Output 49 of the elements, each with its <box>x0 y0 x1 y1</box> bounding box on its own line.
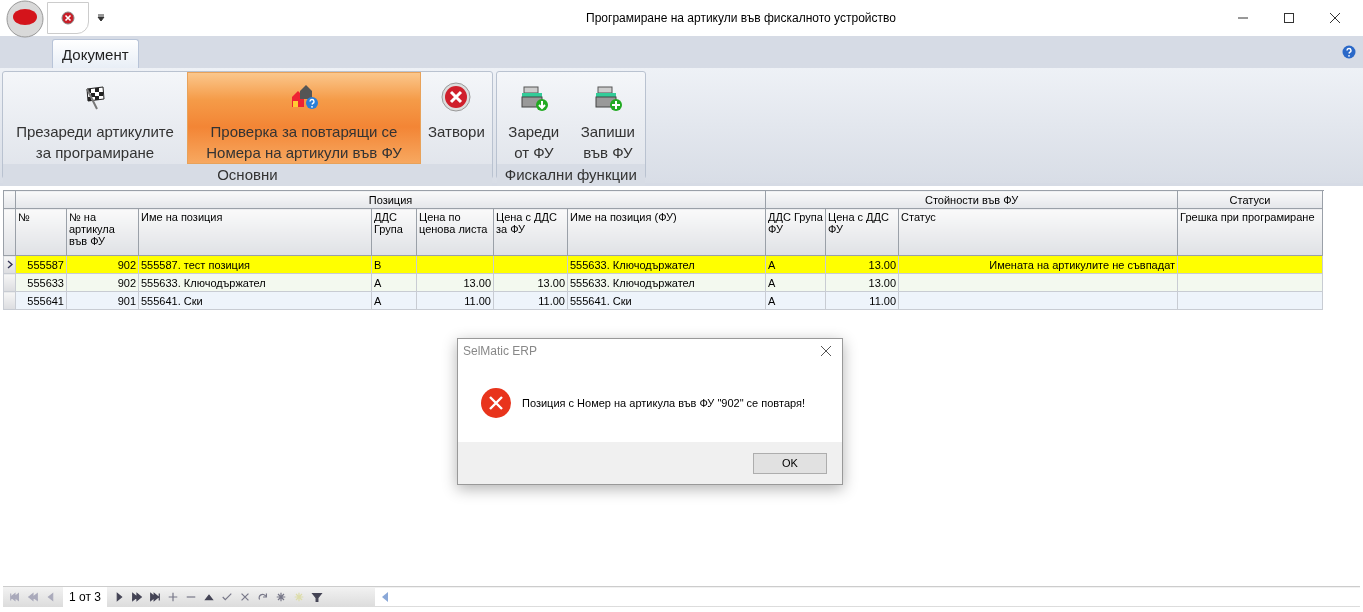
asterisk-icon[interactable] <box>274 591 287 603</box>
column-header[interactable]: Име на позиция <box>138 208 372 256</box>
ok-button[interactable]: OK <box>753 452 827 474</box>
column-header[interactable]: Грешка при програмиране <box>1177 208 1323 256</box>
checkmark-icon[interactable] <box>220 591 233 603</box>
band-header[interactable]: Стойности във ФУ <box>765 190 1178 209</box>
app-logo-icon[interactable] <box>5 0 45 39</box>
band-header[interactable]: Статуси <box>1177 190 1323 209</box>
band-corner <box>3 190 16 209</box>
scroll-left-icon <box>380 592 389 602</box>
last-icon[interactable] <box>148 591 161 603</box>
next-page-icon[interactable] <box>130 591 143 603</box>
error-icon <box>480 386 512 419</box>
column-header[interactable]: ДДС Група <box>371 208 417 256</box>
header-corner <box>3 208 16 256</box>
maximize-icon[interactable] <box>1283 12 1295 24</box>
close-icon <box>440 81 473 113</box>
close-icon[interactable] <box>820 345 832 357</box>
ribbon-button[interactable]: Проверка за повтарящи се Номера на артикули във ФУ <box>187 72 421 164</box>
ribbon-button[interactable]: Затвори <box>421 72 492 164</box>
ribbon-button[interactable]: Запиши във ФУ <box>570 72 645 164</box>
close-icon[interactable] <box>1329 12 1341 24</box>
add-icon[interactable] <box>166 591 179 603</box>
window-title: Програмиране на артикули във фискалното устройство <box>585 11 897 25</box>
column-header[interactable]: ДДС Група ФУ <box>765 208 826 256</box>
dialog-message: Позиция с Номер на артикула във ФУ "902" се повтаря! <box>522 396 805 409</box>
column-header[interactable]: Цена с ДДС за ФУ <box>493 208 568 256</box>
ribbon-button[interactable]: Зареди от ФУ <box>496 72 571 164</box>
column-header[interactable]: Цена по ценова листа <box>416 208 494 256</box>
group-label: Фискални функции <box>496 164 645 186</box>
previous-page-icon[interactable] <box>27 591 39 603</box>
filter-icon[interactable] <box>310 591 323 603</box>
current-row-icon <box>6 259 13 269</box>
ribbon-tab[interactable]: Документ <box>52 39 139 68</box>
first-icon[interactable] <box>9 591 21 603</box>
record-position: 1 от 3 <box>63 587 107 607</box>
close-icon[interactable] <box>61 11 75 25</box>
column-header[interactable]: Име на позиция (ФУ) <box>567 208 766 256</box>
horizontal-scrollbar[interactable] <box>374 588 1360 606</box>
dialog-title: SelMatic ERP <box>463 344 538 358</box>
customize-dropdown-icon[interactable] <box>97 14 105 22</box>
band-header[interactable]: Позиция <box>15 190 766 209</box>
column-header[interactable]: № на артикула във ФУ <box>66 208 139 256</box>
help-icon[interactable] <box>1342 45 1356 59</box>
column-header[interactable]: № <box>15 208 67 256</box>
column-header[interactable]: Статус <box>898 208 1178 256</box>
redo-icon[interactable] <box>256 591 269 603</box>
ribbon-button[interactable]: Презареди артикулите за програмиране <box>3 72 187 164</box>
column-header[interactable]: Цена с ДДС ФУ <box>825 208 899 256</box>
